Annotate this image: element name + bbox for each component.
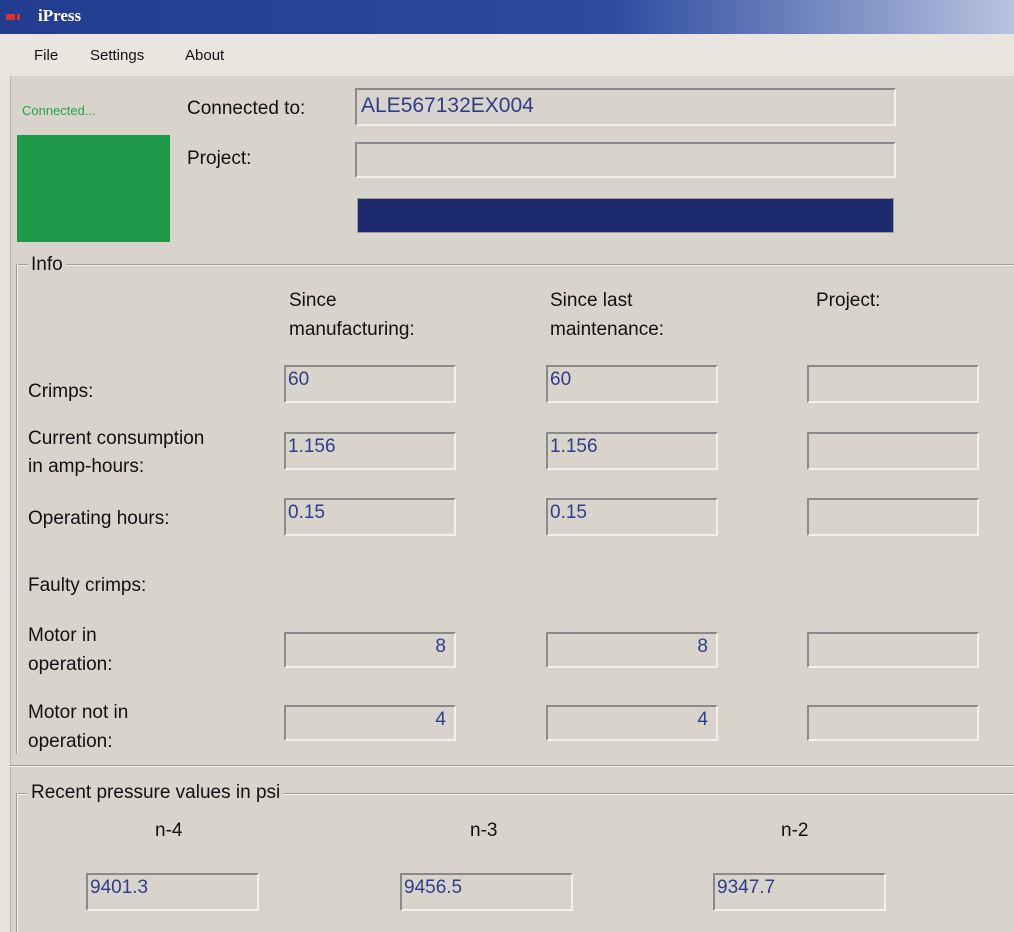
motor-on-manufacturing-field[interactable]: 8 — [284, 632, 456, 668]
pressure-group-title: Recent pressure values in psi — [28, 782, 284, 804]
current-label-line1: Current consumption — [28, 428, 205, 449]
col-manufacturing-line1: Since — [289, 290, 337, 311]
pressure-n4-field[interactable]: 9401.3 — [86, 873, 259, 911]
col-maintenance-line2: maintenance: — [550, 319, 665, 340]
section-separator — [10, 765, 1014, 767]
operating-maintenance-field[interactable]: 0.15 — [546, 498, 718, 536]
info-group-title: Info — [28, 254, 66, 276]
progress-bar — [357, 198, 894, 233]
pressure-label-n2: n-2 — [781, 820, 809, 841]
motor-on-project-field[interactable] — [807, 632, 979, 668]
project-field[interactable] — [355, 142, 896, 178]
motor-off-project-field[interactable] — [807, 705, 979, 741]
pressure-n3-field[interactable]: 9456.5 — [400, 873, 573, 911]
progress-fill — [358, 199, 893, 232]
current-label-line2: in amp-hours: — [28, 456, 145, 477]
faulty-crimps-label: Faulty crimps: — [28, 575, 147, 596]
connected-to-field[interactable]: ALE567132EX004 — [355, 88, 896, 126]
title-bar — [0, 0, 1014, 34]
motor-off-label-line2: operation: — [28, 731, 113, 752]
operating-hours-label: Operating hours: — [28, 508, 170, 529]
menu-file[interactable]: File — [34, 47, 58, 64]
window-title: iPress — [38, 6, 82, 25]
project-label: Project: — [187, 148, 252, 169]
pressure-label-n3: n-3 — [470, 820, 498, 841]
menu-about[interactable]: About — [185, 47, 224, 64]
motor-on-maintenance-field[interactable]: 8 — [546, 632, 718, 668]
app-icon — [6, 14, 20, 20]
connection-status-text: Connected... — [22, 103, 96, 118]
current-maintenance-field[interactable]: 1.156 — [546, 432, 718, 470]
col-manufacturing-line2: manufacturing: — [289, 319, 415, 340]
info-group-border — [16, 264, 1014, 266]
motor-off-label-line1: Motor not in — [28, 702, 129, 723]
info-group-left-border — [16, 264, 18, 754]
motor-off-maintenance-field[interactable]: 4 — [546, 705, 718, 741]
pressure-group-left-border — [16, 793, 18, 932]
operating-project-field[interactable] — [807, 498, 979, 536]
menu-settings[interactable]: Settings — [90, 47, 144, 64]
crimps-label: Crimps: — [28, 381, 94, 402]
menu-bar — [0, 34, 1014, 76]
col-maintenance-line1: Since last — [550, 290, 633, 311]
motor-on-label-line1: Motor in — [28, 625, 97, 646]
col-project: Project: — [816, 290, 881, 311]
operating-manufacturing-field[interactable]: 0.15 — [284, 498, 456, 536]
connection-status-indicator — [17, 135, 170, 242]
crimps-project-field[interactable] — [807, 365, 979, 403]
connected-to-label: Connected to: — [187, 98, 306, 119]
motor-off-manufacturing-field[interactable]: 4 — [284, 705, 456, 741]
motor-on-label-line2: operation: — [28, 654, 113, 675]
crimps-manufacturing-field[interactable]: 60 — [284, 365, 456, 403]
window-left-edge — [0, 76, 11, 932]
current-project-field[interactable] — [807, 432, 979, 470]
pressure-n2-field[interactable]: 9347.7 — [713, 873, 886, 911]
crimps-maintenance-field[interactable]: 60 — [546, 365, 718, 403]
pressure-label-n4: n-4 — [155, 820, 183, 841]
current-manufacturing-field[interactable]: 1.156 — [284, 432, 456, 470]
